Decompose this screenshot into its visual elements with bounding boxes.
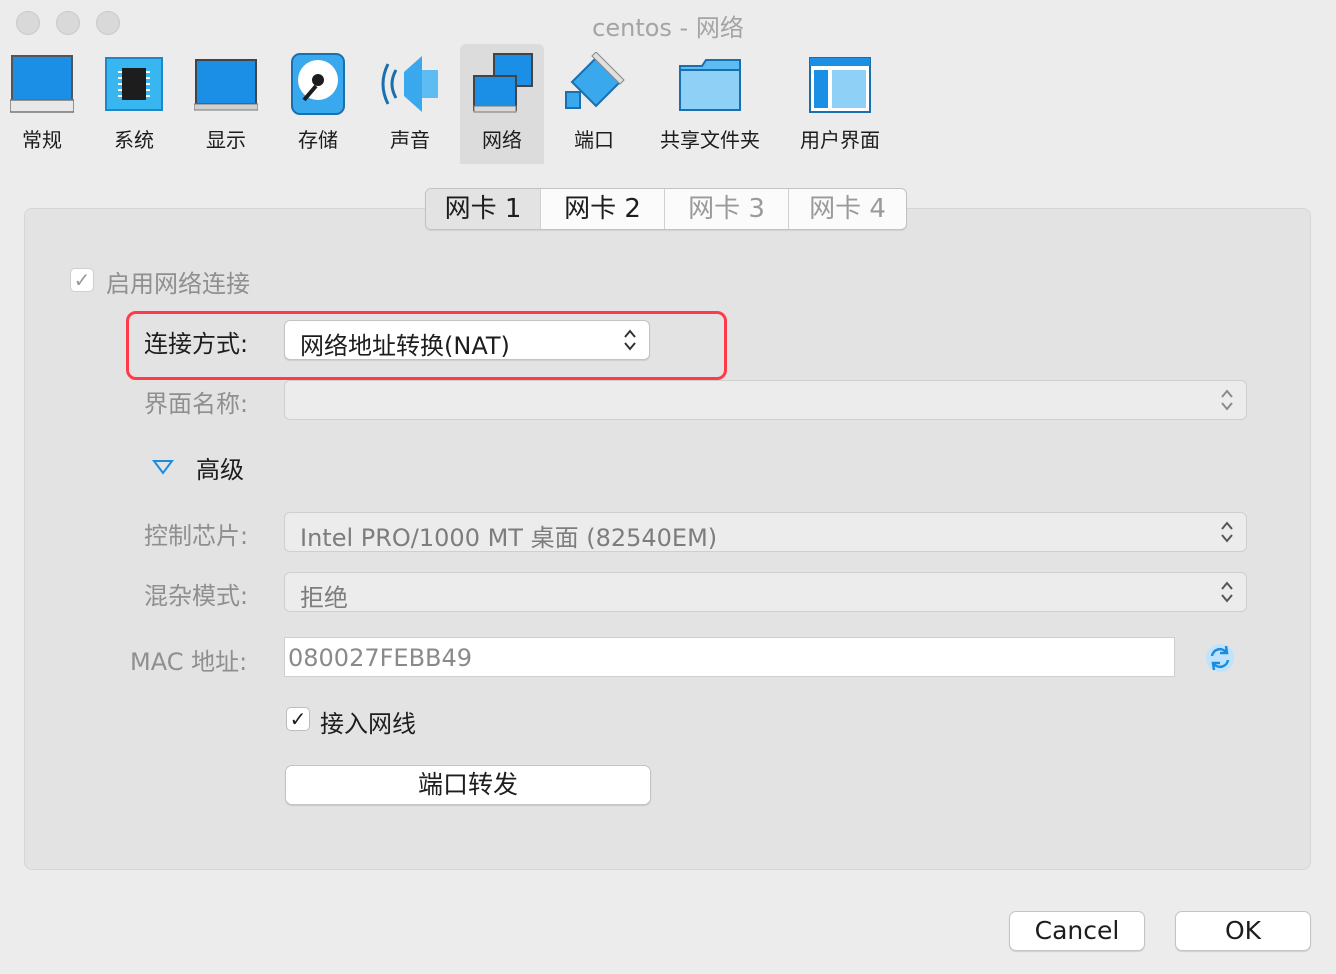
speaker-icon <box>381 56 438 112</box>
cancel-button[interactable]: Cancel <box>1009 911 1145 951</box>
toolbar-item-system[interactable]: 系统 <box>92 44 176 164</box>
mac-address-field[interactable] <box>284 637 1175 678</box>
toolbar-item-storage[interactable]: 存储 <box>276 44 360 164</box>
updown-chevron-icon <box>1220 517 1234 547</box>
adapter-tabs: 网卡 1 网卡 2 网卡 3 网卡 4 <box>425 188 907 230</box>
updown-chevron-icon <box>1220 385 1234 415</box>
toolbar-label-general: 常规 <box>22 128 62 152</box>
toolbar-item-general[interactable]: 常规 <box>0 44 84 164</box>
toolbar-item-audio[interactable]: 声音 <box>368 44 452 164</box>
disk-icon <box>291 53 345 115</box>
mac-address-input[interactable] <box>285 638 1150 678</box>
toolbar-item-network[interactable]: 网络 <box>460 44 544 164</box>
enable-adapter-checkbox[interactable]: ✓ <box>70 268 94 292</box>
adapter-type-select[interactable]: Intel PRO/1000 MT 桌面 (82540EM) <box>284 512 1247 552</box>
toolbar-label-network: 网络 <box>482 128 522 152</box>
network-icon <box>473 53 533 113</box>
folder-icon <box>679 59 741 111</box>
advanced-label[interactable]: 高级 <box>196 450 244 485</box>
promiscuous-mode-select[interactable]: 拒绝 <box>284 572 1247 612</box>
updown-chevron-icon <box>623 325 637 355</box>
ok-button[interactable]: OK <box>1175 911 1311 951</box>
toolbar-item-shared-folders[interactable]: 共享文件夹 <box>650 44 770 164</box>
toolbar-label-audio: 声音 <box>390 128 430 152</box>
attached-to-value: 网络地址转换(NAT) <box>300 332 510 360</box>
toolbar-item-display[interactable]: 显示 <box>184 44 268 164</box>
tab-adapter-1[interactable]: 网卡 1 <box>426 189 540 229</box>
toolbar-label-system: 系统 <box>114 128 154 152</box>
general-monitor-icon <box>10 55 74 113</box>
updown-chevron-icon <box>1220 577 1234 607</box>
promiscuous-mode-label: 混杂模式: <box>144 582 249 610</box>
toolbar-label-user-interface: 用户界面 <box>800 128 880 152</box>
tab-adapter-2[interactable]: 网卡 2 <box>540 189 664 229</box>
attached-to-select[interactable]: 网络地址转换(NAT) <box>284 320 650 360</box>
toolbar-label-display: 显示 <box>206 128 246 152</box>
disclosure-triangle-icon[interactable] <box>152 459 174 475</box>
chip-icon <box>105 57 163 111</box>
mac-address-label: MAC 地址: <box>130 648 248 676</box>
promiscuous-mode-value: 拒绝 <box>300 584 348 612</box>
settings-toolbar: 常规 系统 显示 存储 声音 网络 端口 共享文件夹 用户界面 <box>0 44 1336 166</box>
adapter-type-label: 控制芯片: <box>144 522 249 550</box>
toolbar-item-ports[interactable]: 端口 <box>552 44 636 164</box>
serial-port-icon <box>565 52 625 109</box>
port-forwarding-button[interactable]: 端口转发 <box>285 765 651 805</box>
tab-adapter-3[interactable]: 网卡 3 <box>664 189 788 229</box>
refresh-icon[interactable] <box>1204 642 1236 674</box>
toolbar-label-shared-folders: 共享文件夹 <box>660 128 760 152</box>
window-title: centos - 网络 <box>592 14 744 42</box>
title-bar: centos - 网络 <box>0 0 1336 44</box>
toolbar-label-ports: 端口 <box>574 128 614 152</box>
cable-connected-label: 接入网线 <box>320 710 416 738</box>
adapter-type-value: Intel PRO/1000 MT 桌面 (82540EM) <box>300 524 718 552</box>
cable-connected-checkbox[interactable]: ✓ <box>286 707 310 731</box>
tab-adapter-4[interactable]: 网卡 4 <box>788 189 906 229</box>
ui-window-icon <box>809 57 871 113</box>
toolbar-label-storage: 存储 <box>298 128 338 152</box>
interface-name-label: 界面名称: <box>144 390 249 418</box>
display-monitor-icon <box>194 59 258 111</box>
interface-name-select[interactable] <box>284 380 1247 420</box>
enable-adapter-label: 启用网络连接 <box>106 270 250 298</box>
toolbar-item-user-interface[interactable]: 用户界面 <box>788 44 892 164</box>
attached-to-label: 连接方式: <box>144 330 249 358</box>
